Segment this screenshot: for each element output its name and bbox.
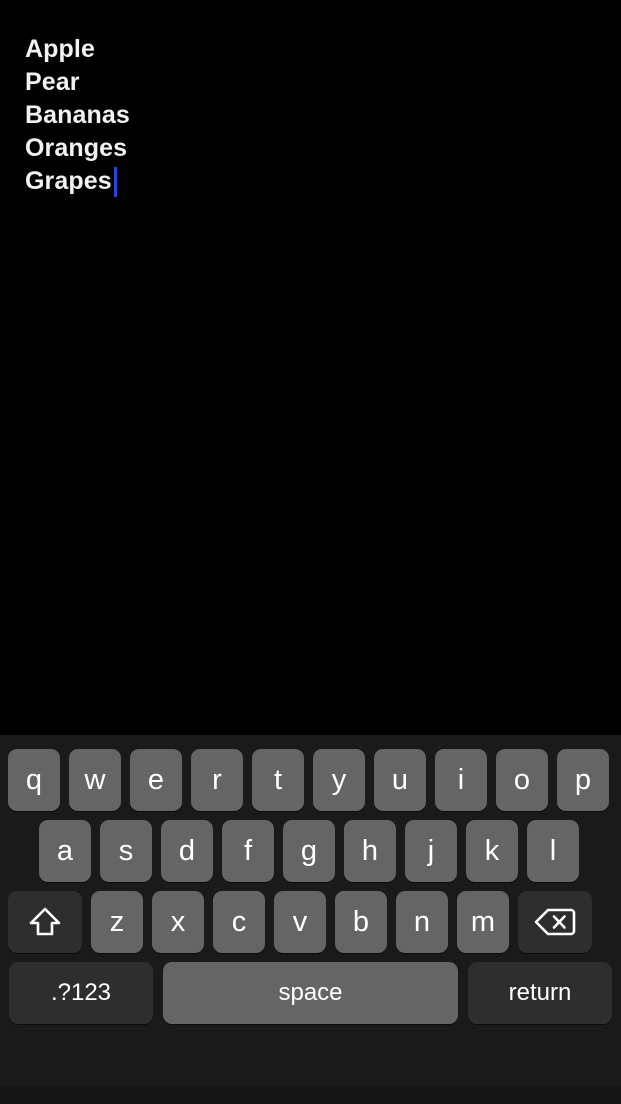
- text-line: Apple: [25, 33, 621, 66]
- home-indicator-strip: [0, 1086, 621, 1104]
- space-key[interactable]: space: [163, 962, 458, 1024]
- text-line-content: Bananas: [25, 101, 130, 129]
- keyboard-row-4: .?123 space return: [0, 962, 621, 1024]
- key-a[interactable]: a: [39, 820, 91, 882]
- key-w[interactable]: w: [69, 749, 121, 811]
- return-key[interactable]: return: [468, 962, 612, 1024]
- key-d[interactable]: d: [161, 820, 213, 882]
- key-y[interactable]: y: [313, 749, 365, 811]
- key-b[interactable]: b: [335, 891, 387, 953]
- key-g[interactable]: g: [283, 820, 335, 882]
- text-caret: [113, 166, 117, 197]
- key-x[interactable]: x: [152, 891, 204, 953]
- key-e[interactable]: e: [130, 749, 182, 811]
- key-t[interactable]: t: [252, 749, 304, 811]
- key-n[interactable]: n: [396, 891, 448, 953]
- keyboard-row-1: q w e r t y u i o p: [0, 749, 621, 811]
- text-line: Pear: [25, 66, 621, 99]
- keyboard-row-3: z x c v b n m: [0, 891, 621, 953]
- key-p[interactable]: p: [557, 749, 609, 811]
- text-line-content: Pear: [25, 68, 80, 96]
- key-u[interactable]: u: [374, 749, 426, 811]
- key-f[interactable]: f: [222, 820, 274, 882]
- phone-screen: Apple Pear Bananas Oranges Grapes q w e …: [0, 0, 621, 1104]
- key-z[interactable]: z: [91, 891, 143, 953]
- text-line: Bananas: [25, 99, 621, 132]
- key-j[interactable]: j: [405, 820, 457, 882]
- text-editor-area[interactable]: Apple Pear Bananas Oranges Grapes: [0, 0, 621, 735]
- key-m[interactable]: m: [457, 891, 509, 953]
- key-q[interactable]: q: [8, 749, 60, 811]
- text-line-content: Apple: [25, 35, 95, 63]
- key-v[interactable]: v: [274, 891, 326, 953]
- keyboard-row-2: a s d f g h j k l: [0, 820, 621, 882]
- key-h[interactable]: h: [344, 820, 396, 882]
- key-c[interactable]: c: [213, 891, 265, 953]
- key-l[interactable]: l: [527, 820, 579, 882]
- backspace-key[interactable]: [518, 891, 592, 953]
- shift-arrow-icon: [27, 905, 63, 939]
- key-o[interactable]: o: [496, 749, 548, 811]
- numeric-key[interactable]: .?123: [9, 962, 153, 1024]
- key-k[interactable]: k: [466, 820, 518, 882]
- backspace-icon: [533, 906, 577, 938]
- text-line-content: Grapes: [25, 167, 112, 195]
- text-line: Oranges: [25, 132, 621, 165]
- key-i[interactable]: i: [435, 749, 487, 811]
- text-line-with-caret: Grapes: [25, 165, 621, 198]
- on-screen-keyboard: q w e r t y u i o p a s d f g h j k l z …: [0, 735, 621, 1104]
- key-s[interactable]: s: [100, 820, 152, 882]
- key-r[interactable]: r: [191, 749, 243, 811]
- shift-key[interactable]: [8, 891, 82, 953]
- text-line-content: Oranges: [25, 134, 128, 162]
